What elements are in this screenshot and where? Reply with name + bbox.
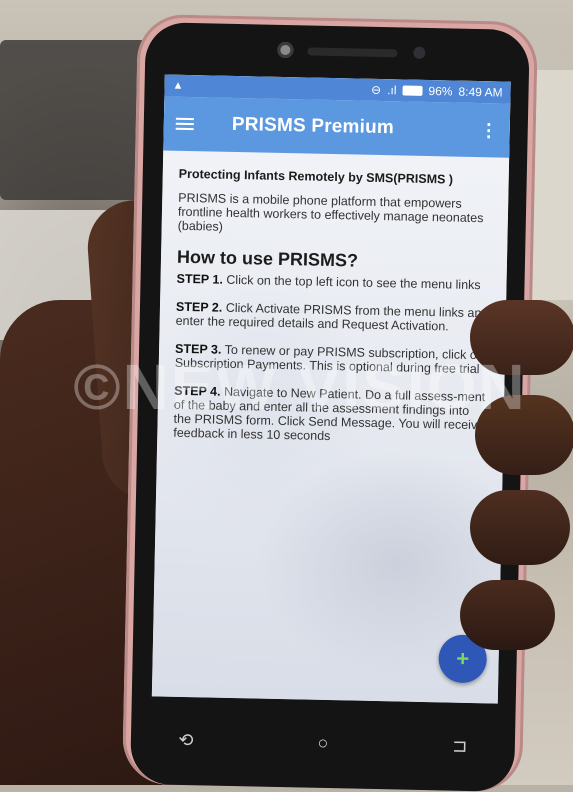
- step-text: Click on the top left icon to see the me…: [226, 272, 481, 293]
- phone-screen: ▲ ⊖ .ıl 96% 8:49 AM PRISMS Premium ⋮ Pro…: [151, 74, 511, 704]
- more-options-icon[interactable]: ⋮: [480, 120, 498, 140]
- hand-finger: [470, 300, 573, 375]
- main-content: Protecting Infants Remotely by SMS(PRISM…: [157, 150, 509, 446]
- do-not-disturb-icon: ⊖: [370, 82, 382, 98]
- step-2: STEP 2. Click Activate PRISMS from the m…: [176, 300, 493, 335]
- back-key-icon[interactable]: ⟲: [171, 729, 201, 751]
- hand-finger: [470, 490, 570, 565]
- step-label: STEP 4.: [174, 383, 221, 399]
- recents-key-icon[interactable]: ⊐: [445, 735, 475, 757]
- step-text: To renew or pay PRISMS subscription, cli…: [174, 342, 484, 377]
- battery-icon: [402, 85, 423, 96]
- hand-finger: [460, 580, 555, 650]
- hand-finger: [475, 395, 573, 475]
- battery-level: 96%: [428, 83, 453, 99]
- step-3: STEP 3. To renew or pay PRISMS subscript…: [175, 342, 492, 377]
- earpiece: [307, 47, 398, 58]
- menu-icon[interactable]: [175, 117, 194, 131]
- navigation-keys: ⟲ ○ ⊐: [171, 725, 476, 761]
- phone-bezel: ▲ ⊖ .ıl 96% 8:49 AM PRISMS Premium ⋮ Pro…: [129, 22, 530, 792]
- background-object: [0, 40, 150, 200]
- intro-text: PRISMS is a mobile phone platform that e…: [177, 190, 484, 234]
- smartphone: ▲ ⊖ .ıl 96% 8:49 AM PRISMS Premium ⋮ Pro…: [121, 13, 539, 792]
- step-text: Navigate to New Patient. Do a full asses…: [173, 384, 486, 444]
- app-bar: PRISMS Premium ⋮: [163, 96, 511, 158]
- step-1: STEP 1. Click on the top left icon to se…: [176, 272, 492, 293]
- app-title: PRISMS Premium: [231, 113, 395, 139]
- step-4: STEP 4. Navigate to New Patient. Do a fu…: [173, 384, 490, 447]
- step-text: Click Activate PRISMS from the menu link…: [175, 300, 489, 334]
- proximity-sensor: [413, 46, 426, 59]
- front-camera-icon: [277, 41, 294, 59]
- signal-icon: .ıl: [387, 83, 397, 98]
- warning-icon: ▲: [172, 79, 184, 92]
- howto-heading: How to use PRISMS?: [176, 246, 359, 271]
- home-key-icon[interactable]: ○: [308, 732, 338, 754]
- step-label: STEP 3.: [174, 341, 222, 357]
- clock: 8:49 AM: [458, 84, 503, 100]
- app-subtitle: Protecting Infants Remotely by SMS(PRISM…: [178, 166, 454, 187]
- step-label: STEP 1.: [176, 271, 224, 287]
- step-label: STEP 2.: [175, 299, 223, 315]
